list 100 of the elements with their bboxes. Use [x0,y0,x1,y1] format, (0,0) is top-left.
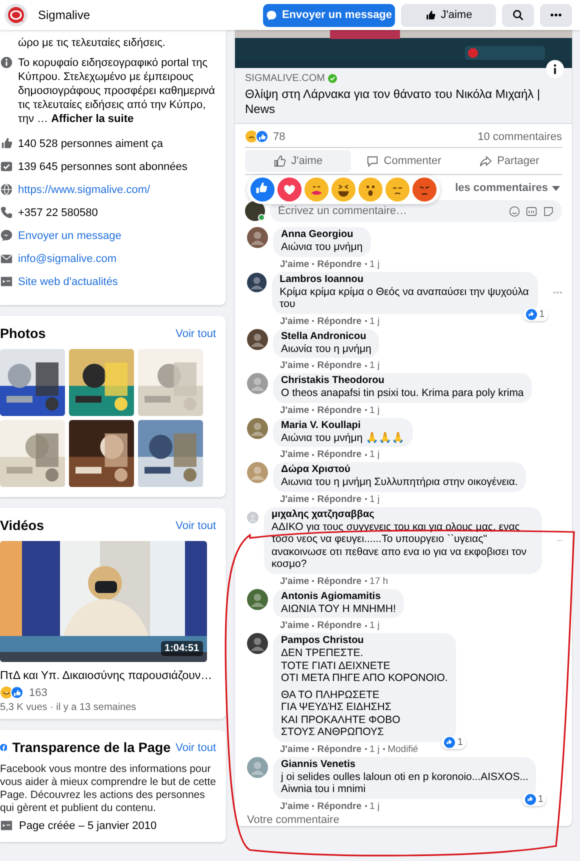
comment-time[interactable]: 1 j [370,404,380,416]
share-button[interactable]: Partager [456,150,562,172]
thumbs-up-icon [424,10,436,20]
comment-text: ΑΙΩΝΙΑ ΤΟΥ Η ΜΝΗΜΗ! [281,602,396,615]
reply-link[interactable]: Répondre [317,800,362,812]
comment-time[interactable]: 1 j [370,620,380,631]
like-link[interactable]: J'aime [280,744,310,754]
commenter-name[interactable]: Pampos Christou [281,635,448,647]
emoji-icon[interactable] [509,206,520,217]
like-link[interactable]: J'aime [280,316,310,326]
reply-link[interactable]: Répondre [317,576,362,586]
avatar-icon[interactable] [247,272,267,292]
description-text: Το κορυφαίο ειδησεογραφικό portal της Κύπρου. Στελεχωμένο με έμπειρους δημοσιογράφους προσφέρει καθημερινά τις τελευταίες ειδήσεις από την Κύπρο, την … Afficher la suite [18,56,216,126]
care-reaction-icon[interactable] [304,177,329,202]
comment-time[interactable]: 1 j [370,494,380,504]
sad-reaction-icon[interactable] [385,177,410,202]
info-link[interactable]: Envoyer un message [18,228,122,242]
commenter-name[interactable]: Anna Georgiou [281,229,363,241]
comment-icon [366,154,379,168]
comment-time[interactable]: 1 j [370,449,380,460]
more-button[interactable] [540,4,572,26]
see-more-link[interactable]: Afficher la suite [51,113,134,125]
like-link[interactable]: J'aime [280,800,310,812]
comment-text: ΔΕΝ ΤΡΕΠΕΣΤΕ. ΤΟΤΕ ΓΙΑΤΙ ΔΕΙΧΝΕΤΕ ΟΤΙ ΜΕΤΑ ΠΗΓΕ ΑΠΟ ΚΟΡΟΝΟΙΟ. [281,647,448,684]
info-icon[interactable] [546,60,564,78]
avatar-icon[interactable] [247,328,268,350]
commenter-name[interactable]: Stella Andronicou [281,330,372,342]
comment-time[interactable]: 1 j [370,800,380,812]
like-link[interactable]: J'aime [280,494,310,504]
comment-time[interactable]: 17 h [370,576,388,586]
comment-count[interactable]: 10 commentaires [478,130,562,142]
info-link[interactable]: info@sigmalive.com [18,252,117,266]
comment-time[interactable]: 1 j [370,316,380,326]
video-title[interactable]: ΠτΔ και Υπ. Δικαιοσύνης παρουσιάζουν… [0,670,226,682]
avatar-icon[interactable] [247,588,268,610]
comment-time[interactable]: 1 j [370,360,380,371]
angry-reaction-icon[interactable] [412,177,437,202]
search-button[interactable] [502,4,534,26]
reply-link[interactable]: Répondre [317,404,362,416]
reaction-badge[interactable]: 1 [523,308,548,320]
reply-link[interactable]: Répondre [317,744,362,754]
comment-time[interactable]: 1 j [370,744,380,754]
reply-link[interactable]: Répondre [317,360,362,371]
see-all-link[interactable]: Voir tout [176,520,216,532]
info-link[interactable]: https://www.sigmalive.com/ [18,182,150,196]
avatar-icon[interactable] [247,227,268,248]
comment-sort-menu[interactable]: les commentaires [455,182,548,194]
reply-link[interactable]: Répondre [317,316,362,326]
haha-reaction-icon[interactable] [331,177,356,202]
description-text: ώρο με τις τελευταίες ειδήσεις. [17,36,166,50]
reaction-count: 1 [539,308,545,320]
like-link[interactable]: J'aime [280,258,310,270]
like-reaction-icon[interactable] [250,177,275,202]
reaction-count[interactable]: 78 [273,130,286,142]
like-button[interactable]: J'aime [245,150,351,172]
like-link[interactable]: J'aime [280,576,310,586]
reply-link[interactable]: Répondre [317,449,362,460]
info-text: 140 528 personnes aiment ça [18,136,163,150]
reaction-count[interactable]: 163 [29,686,48,698]
info-link[interactable]: Site web d'actualités [18,274,118,288]
comment-time[interactable]: 1 j [370,258,380,270]
like-link[interactable]: J'aime [280,404,310,416]
search-icon [512,9,524,21]
commenter-name[interactable]: Christakis Theodorou [281,375,524,387]
commenter-name[interactable]: μιχαλης χατζησαββας [272,508,534,520]
logo-icon[interactable] [4,3,28,27]
reply-placeholder[interactable]: Votre commentaire [235,814,572,826]
send-message-button[interactable]: Envoyer un message [263,4,395,26]
commenter-name[interactable]: Maria V. Koullapi [281,420,405,432]
sticker-icon[interactable] [543,206,554,217]
page-name[interactable]: Sigmalive [38,8,90,22]
reaction-badge[interactable]: 1 [522,792,546,806]
like-link[interactable]: J'aime [280,360,310,371]
wow-reaction-icon[interactable] [358,177,383,202]
reply-link[interactable]: Répondre [317,620,362,631]
section-title: Photos [0,326,46,341]
commenter-name[interactable]: Lambros Ioannou [280,274,530,286]
reply-link[interactable]: Répondre [317,258,362,270]
avatar-icon[interactable] [247,633,268,654]
reaction-badge[interactable]: 1 [441,736,466,748]
see-all-link[interactable]: Voir tout [176,742,216,754]
commenter-name[interactable]: Antonis Agiomamitis [281,590,396,602]
see-all-link[interactable]: Voir tout [176,328,216,340]
like-link[interactable]: J'aime [280,449,310,460]
love-reaction-icon[interactable] [277,177,302,202]
like-page-button[interactable]: J'aime [401,4,496,26]
messenger-icon [266,10,277,20]
comment-text: Αιωνια του η μνήμη Συλλυπητήρια στην οικογένεια. [281,476,518,488]
commenter-name[interactable]: Δώρα Χριστού [281,464,518,476]
comment-text: j oi selides oulles laloun oti en p koronoio...AISXOS... Aiwnia tou i mnimi [281,770,528,796]
comment-text: Αιωνία του η μνήμη [281,342,372,355]
commenter-name[interactable]: Giannis Venetis [281,758,528,770]
link-title[interactable]: Θλίψη στη Λάρνακα για τον θάνατο του Νικόλα Μιχαήλ | News [245,87,562,117]
gif-icon[interactable] [526,206,537,217]
like-link[interactable]: J'aime [280,620,310,631]
phone-icon [0,206,13,219]
reply-link[interactable]: Répondre [317,494,362,504]
comment-button[interactable]: Commenter [350,150,456,172]
info-text: 139 645 personnes sont abonnées [18,160,188,174]
caret-icon [552,186,560,190]
